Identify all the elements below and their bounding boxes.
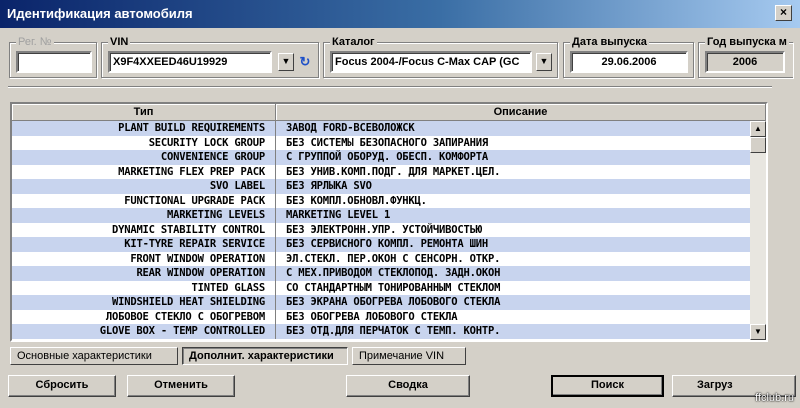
cell-type: DYNAMIC STABILITY CONTROL xyxy=(12,222,276,237)
table-row[interactable]: FUNCTIONAL UPGRADE PACK БЕЗ КОМПЛ.ОБНОВЛ.… xyxy=(12,193,750,208)
table-row[interactable]: GLOVE BOX - TEMP CONTROLLED БЕЗ ОТД.ДЛЯ П… xyxy=(12,324,750,339)
window-title: Идентификация автомобиля xyxy=(7,6,193,21)
cell-description: С МЕХ.ПРИВОДОМ СТЕКЛОПОД. ЗАДН.ОКОН xyxy=(286,267,501,279)
table-row[interactable]: TINTED GLASS СО СТАНДАРТНЫМ ТОНИРОВАННЫМ … xyxy=(12,280,750,295)
close-icon: × xyxy=(779,5,787,19)
cell-type: MARKETING FLEX PREP PACK xyxy=(12,164,276,179)
vin-label: VIN xyxy=(108,36,131,48)
title-bar: Идентификация автомобиля xyxy=(0,0,800,28)
cell-type: MARKETING LEVELS xyxy=(12,208,276,223)
cell-description: MARKETING LEVEL 1 xyxy=(286,209,391,221)
scroll-thumb[interactable] xyxy=(750,137,766,153)
features-table: Тип Описание PLANT BUILD REQUIREMENTS ЗАВ… xyxy=(10,102,768,342)
table-row[interactable]: DYNAMIC STABILITY CONTROL БЕЗ ЭЛЕКТРОНН.У… xyxy=(12,222,750,237)
table-row[interactable]: MARKETING FLEX PREP PACK БЕЗ УНИВ.КОМП.ПО… xyxy=(12,164,750,179)
tab-main-characteristics[interactable]: Основные характеристики xyxy=(10,347,178,365)
cell-type: PLANT BUILD REQUIREMENTS xyxy=(12,121,276,136)
arrow-down-icon: ▼ xyxy=(281,56,291,66)
vin-input[interactable]: X9F4XXEED46U19929 xyxy=(108,51,272,73)
summary-button[interactable]: Сводка xyxy=(346,375,470,397)
cell-type: SVO LABEL xyxy=(12,179,276,194)
cell-description: ЗАВОД FORD-ВСЕВОЛОЖСК xyxy=(286,122,415,134)
arrow-up-icon: ▲ xyxy=(754,124,762,133)
cell-type: TINTED GLASS xyxy=(12,280,276,295)
cell-description: БЕЗ ОБОГРЕВА ЛОБОВОГО СТЕКЛА xyxy=(286,310,458,323)
arrow-down-icon: ▼ xyxy=(754,327,762,336)
scroll-down-button[interactable]: ▼ xyxy=(750,324,766,340)
reload-icon[interactable]: ↻ xyxy=(298,53,312,71)
cell-type: REAR WINDOW OPERATION xyxy=(12,266,276,281)
cell-type: CONVENIENCE GROUP xyxy=(12,150,276,165)
cell-description: ЭЛ.СТЕКЛ. ПЕР.ОКОН С СЕНСОРН. ОТКР. xyxy=(286,252,501,265)
table-body: PLANT BUILD REQUIREMENTS ЗАВОД FORD-ВСЕВО… xyxy=(12,121,750,339)
close-button[interactable]: × xyxy=(775,5,792,21)
tab-vin-note[interactable]: Примечание VIN xyxy=(352,347,466,365)
column-header-description[interactable]: Описание xyxy=(276,104,766,120)
vin-group: VIN X9F4XXEED46U19929 ▼ ↻ xyxy=(101,36,319,78)
separator xyxy=(8,86,772,88)
cell-type: SECURITY LOCK GROUP xyxy=(12,135,276,150)
cell-description: С ГРУППОЙ ОБОРУД. ОБЕСП. КОМФОРТА xyxy=(286,151,489,163)
cell-type: GLOVE BOX - TEMP CONTROLLED xyxy=(12,324,276,339)
cell-type: WINDSHIELD HEAT SHIELDING xyxy=(12,295,276,310)
release-year-label: Год выпуска м xyxy=(705,36,789,48)
cell-type: KIT-TYRE REPAIR SERVICE xyxy=(12,237,276,252)
table-row[interactable]: SVO LABEL БЕЗ ЯРЛЫКА SVO xyxy=(12,179,750,194)
cell-description: БЕЗ УНИВ.КОМП.ПОДГ. ДЛЯ МАРКЕТ.ЦЕЛ. xyxy=(286,165,501,178)
cell-description: БЕЗ СЕРВИСНОГО КОМПЛ. РЕМОНТА ШИН xyxy=(286,238,489,250)
cell-type: ЛОБОВОЕ СТЕКЛО С ОБОГРЕВОМ xyxy=(12,309,276,324)
table-row[interactable]: SECURITY LOCK GROUP БЕЗ СИСТЕМЫ БЕЗОПАСНО… xyxy=(12,135,750,150)
arrow-down-icon: ▼ xyxy=(539,56,549,66)
catalog-dropdown-button[interactable]: ▼ xyxy=(536,53,552,71)
cell-description: БЕЗ ЭКРАНА ОБОГРЕВА ЛОБОВОГО СТЕКЛА xyxy=(286,296,501,308)
table-row[interactable]: WINDSHIELD HEAT SHIELDING БЕЗ ЭКРАНА ОБОГ… xyxy=(12,295,750,310)
table-row[interactable]: ЛОБОВОЕ СТЕКЛО С ОБОГРЕВОМ БЕЗ ОБОГРЕВА Л… xyxy=(12,309,750,324)
release-date-group: Дата выпуска 29.06.2006 xyxy=(563,36,694,78)
catalog-label: Каталог xyxy=(330,36,377,48)
cell-description: БЕЗ ЯРЛЫКА SVO xyxy=(286,180,372,192)
cell-description: БЕЗ ЭЛЕКТРОНН.УПР. УСТОЙЧИВОСТЬЮ xyxy=(286,223,482,236)
watermark: ffclub.ru xyxy=(755,392,794,404)
scroll-up-button[interactable]: ▲ xyxy=(750,121,766,137)
catalog-group: Каталог Focus 2004-/Focus C-Max CAP (GC … xyxy=(323,36,558,78)
table-row[interactable]: CONVENIENCE GROUP С ГРУППОЙ ОБОРУД. ОБЕСП… xyxy=(12,150,750,165)
reg-number-label: Рег. № xyxy=(16,36,54,48)
table-row[interactable]: PLANT BUILD REQUIREMENTS ЗАВОД FORD-ВСЕВО… xyxy=(12,121,750,136)
reg-number-group: Рег. № xyxy=(9,36,97,78)
cell-description: БЕЗ ОТД.ДЛЯ ПЕРЧАТОК С ТЕМП. КОНТР. xyxy=(286,325,501,337)
release-year-field: 2006 xyxy=(705,51,785,73)
cell-description: БЕЗ СИСТЕМЫ БЕЗОПАСНОГО ЗАПИРАНИЯ xyxy=(286,136,489,149)
cancel-button[interactable]: Отменить xyxy=(127,375,235,397)
tab-additional-characteristics[interactable]: Дополнит. характеристики xyxy=(182,347,348,365)
table-header: Тип Описание xyxy=(12,104,766,121)
cell-type: FUNCTIONAL UPGRADE PACK xyxy=(12,193,276,208)
release-year-group: Год выпуска м 2006 xyxy=(698,36,793,78)
table-row[interactable]: MARKETING LEVELS MARKETING LEVEL 1 xyxy=(12,208,750,223)
cell-description: БЕЗ КОМПЛ.ОБНОВЛ.ФУНКЦ. xyxy=(286,194,427,207)
release-date-field[interactable]: 29.06.2006 xyxy=(570,51,688,73)
catalog-select[interactable]: Focus 2004-/Focus C-Max CAP (GC xyxy=(330,51,532,73)
release-date-label: Дата выпуска xyxy=(570,36,649,48)
cell-description: СО СТАНДАРТНЫМ ТОНИРОВАННЫМ СТЕКЛОМ xyxy=(286,281,501,294)
reg-number-input[interactable] xyxy=(16,51,92,73)
cell-type: FRONT WINDOW OPERATION xyxy=(12,251,276,266)
table-row[interactable]: FRONT WINDOW OPERATION ЭЛ.СТЕКЛ. ПЕР.ОКОН… xyxy=(12,251,750,266)
table-row[interactable]: REAR WINDOW OPERATION С МЕХ.ПРИВОДОМ СТЕК… xyxy=(12,266,750,281)
column-header-type[interactable]: Тип xyxy=(12,104,276,120)
search-button[interactable]: Поиск xyxy=(551,375,664,397)
vin-dropdown-button[interactable]: ▼ xyxy=(278,53,294,71)
reset-button[interactable]: Сбросить xyxy=(8,375,116,397)
table-row[interactable]: KIT-TYRE REPAIR SERVICE БЕЗ СЕРВИСНОГО КО… xyxy=(12,237,750,252)
vertical-scrollbar[interactable]: ▲ ▼ xyxy=(750,121,766,340)
